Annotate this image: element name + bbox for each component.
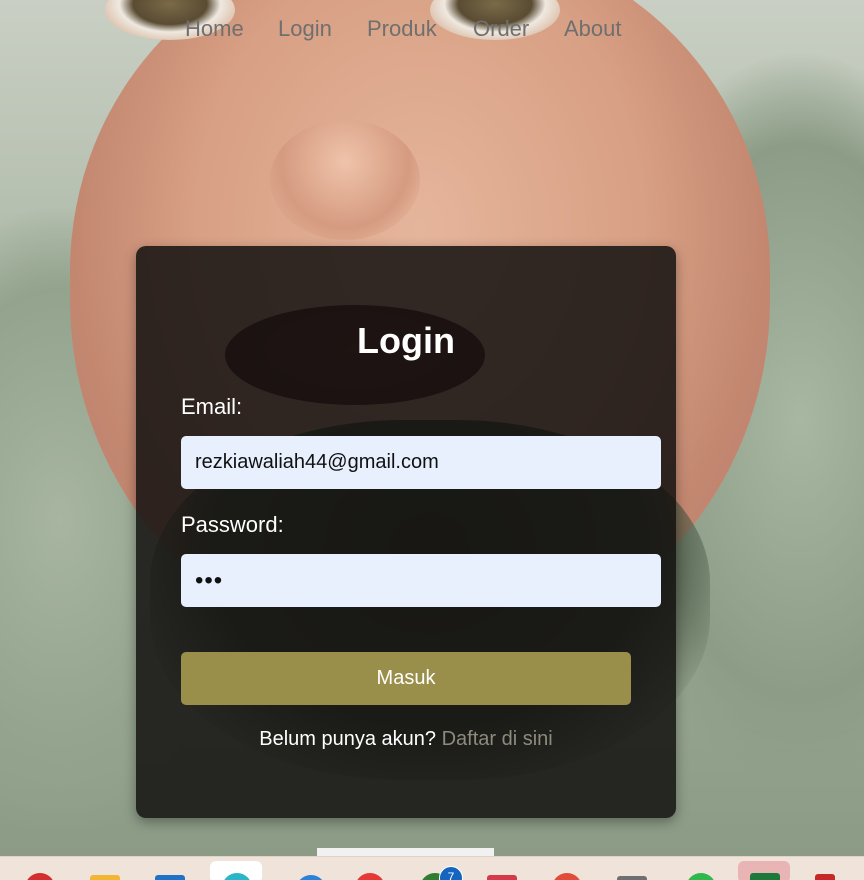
app-icon-blue[interactable] [155,875,185,880]
email-label: Email: [181,394,243,419]
horizontal-scrollbar[interactable] [317,848,494,856]
nav-link-produk[interactable]: Produk [367,14,437,44]
nose-shape [270,120,420,240]
masuk-button[interactable]: Masuk [181,652,631,705]
app-icon-pink[interactable] [487,875,517,880]
password-field[interactable] [181,554,661,607]
notification-badge: 7 [439,866,463,880]
password-label: Password: [181,512,284,537]
register-link[interactable]: Daftar di sini [442,728,553,750]
nav-link-about[interactable]: About [564,14,622,44]
login-card: Login Email: Password: Masuk Belum punya… [136,246,676,818]
login-title: Login [357,320,455,361]
nav-link-home[interactable]: Home [185,14,244,44]
taskbar: 7 [0,856,864,880]
nav-link-order[interactable]: Order [473,14,529,44]
register-prompt-text: Belum punya akun? [259,728,437,750]
nav-link-login[interactable]: Login [278,14,332,44]
register-prompt: Belum punya akun? Daftar di sini [136,728,676,751]
edge-icon[interactable] [296,875,326,880]
top-nav: Home Login Produk Order About [0,14,864,44]
email-field[interactable] [181,436,661,489]
app-icon-calendar[interactable] [815,874,835,880]
folder-icon[interactable] [90,875,120,880]
app-icon-gray[interactable] [617,876,647,880]
